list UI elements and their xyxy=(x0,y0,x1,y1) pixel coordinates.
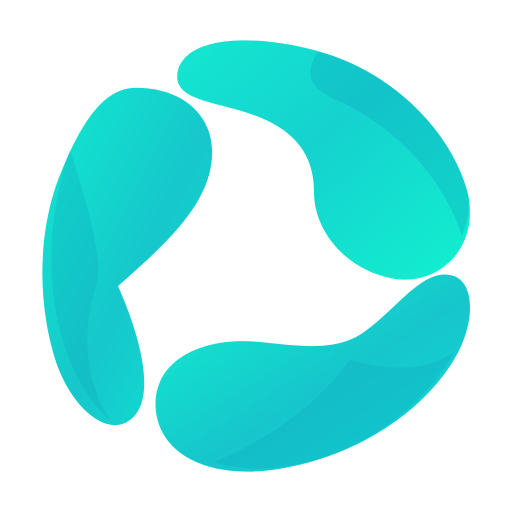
three-petal-ring-logo-icon xyxy=(42,40,471,472)
logo-canvas: three-petal-ring-logo xyxy=(0,0,512,512)
